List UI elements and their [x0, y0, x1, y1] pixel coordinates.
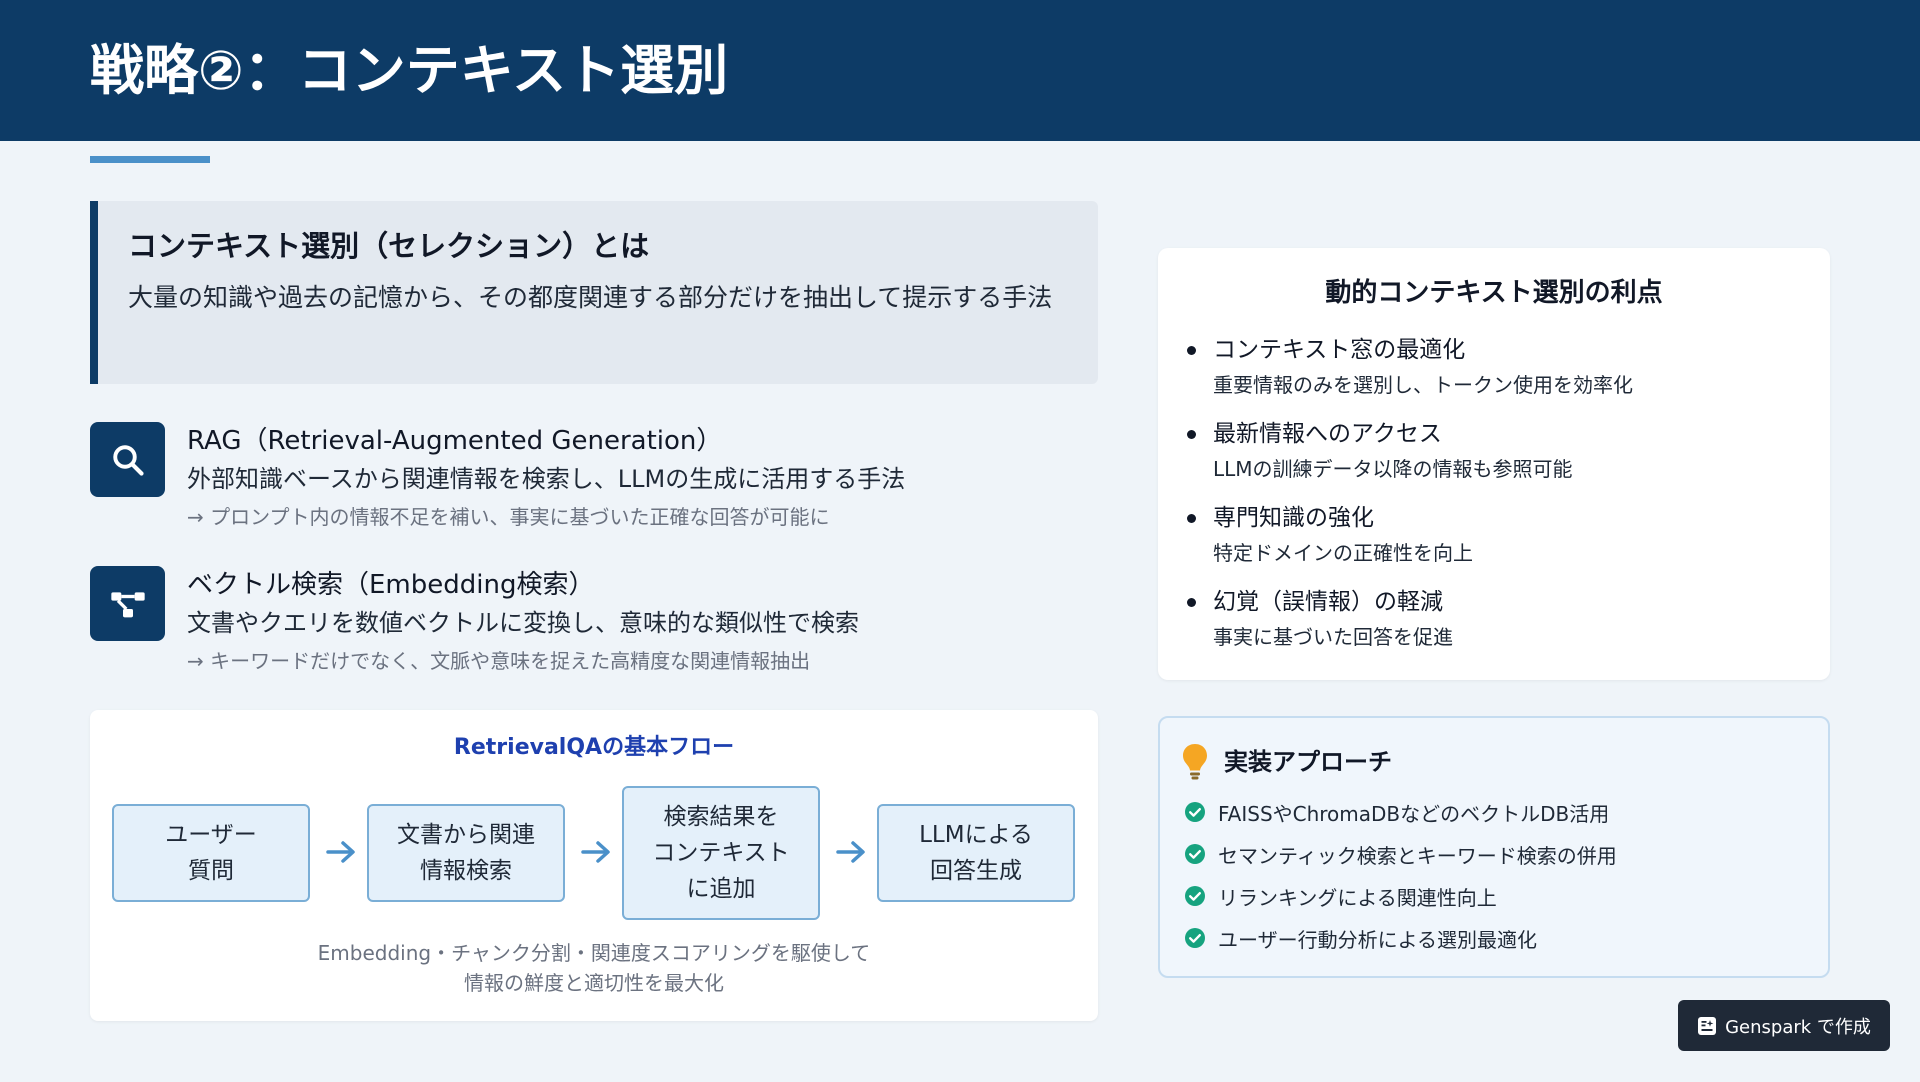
arrow-right-icon [323, 834, 359, 870]
implementation-item-label: セマンティック検索とキーワード検索の併用 [1218, 843, 1617, 868]
vector-network-icon [90, 566, 165, 641]
flow-step-label: 検索結果を コンテキスト に追加 [652, 804, 790, 902]
implementation-item: セマンティック検索とキーワード検索の併用 [1184, 837, 1617, 871]
benefit-item: 幻覚（誤情報）の軽減 事実に基づいた回答を促進 [1187, 583, 1813, 653]
page-title: 戦略②：コンテキスト選別 [90, 39, 729, 102]
flow-step-label: LLMによる 回答生成 [919, 822, 1033, 884]
definition-box: コンテキスト選別（セレクション）とは 大量の知識や過去の記憶から、その都度関連す… [90, 201, 1098, 384]
arrow-right-icon [578, 834, 614, 870]
lightbulb-icon [1183, 744, 1207, 780]
definition-title: コンテキスト選別（セレクション）とは [128, 229, 650, 263]
benefit-item: 専門知識の強化 特定ドメインの正確性を向上 [1187, 499, 1813, 569]
feature-note: → プロンプト内の情報不足を補い、事実に基づいた正確な回答が可能に [187, 505, 830, 529]
benefit-detail: 事実に基づいた回答を促進 [1213, 625, 1453, 649]
benefit-detail: LLMの訓練データ以降の情報も参照可能 [1213, 457, 1573, 481]
flow-step-user-question: ユーザー 質問 [112, 804, 310, 902]
implementation-title: 実装アプローチ [1224, 748, 1392, 776]
bullet-dot [1187, 514, 1196, 523]
implementation-item-label: ユーザー行動分析による選別最適化 [1218, 927, 1537, 952]
implementation-card: 実装アプローチ FAISSやChromaDBなどのベクトルDB活用 セマンティッ… [1158, 716, 1830, 978]
genspark-badge-button[interactable]: Genspark で作成 [1678, 1000, 1890, 1051]
header-bar: 戦略②：コンテキスト選別 [0, 0, 1920, 141]
definition-text: 大量の知識や過去の記憶から、その都度関連する部分だけを抽出して提示する手法 [128, 283, 1053, 312]
check-circle-icon [1185, 928, 1205, 948]
implementation-item: FAISSやChromaDBなどのベクトルDB活用 [1184, 795, 1609, 829]
bullet-dot [1187, 430, 1196, 439]
implementation-item: ユーザー行動分析による選別最適化 [1184, 921, 1537, 955]
feature-title: ベクトル検索（Embedding検索） [187, 570, 595, 600]
benefit-item: コンテキスト窓の最適化 重要情報のみを選別し、トークン使用を効率化 [1187, 331, 1813, 401]
benefits-card: 動的コンテキスト選別の利点 コンテキスト窓の最適化 重要情報のみを選別し、トーク… [1158, 248, 1830, 680]
flow-step-label: 文書から関連 情報検索 [397, 822, 535, 884]
flow-title: RetrievalQAの基本フロー [453, 735, 735, 760]
bullet-dot [1187, 346, 1196, 355]
benefit-heading: 専門知識の強化 [1213, 505, 1374, 531]
benefit-detail: 特定ドメインの正確性を向上 [1213, 541, 1473, 565]
implementation-item: リランキングによる関連性向上 [1184, 879, 1497, 913]
retrieval-flow-card: RetrievalQAの基本フロー ユーザー 質問 文書から関連 情報検索 検索… [90, 710, 1098, 1021]
feature-rag: RAG（Retrieval-Augmented Generation） 外部知識… [90, 422, 1100, 542]
check-circle-icon [1185, 844, 1205, 864]
benefit-heading: 最新情報へのアクセス [1213, 421, 1442, 447]
flow-step-llm-answer: LLMによる 回答生成 [877, 804, 1075, 902]
bullet-dot [1187, 598, 1196, 607]
badge-label: Genspark で作成 [1725, 1016, 1871, 1038]
benefit-heading: コンテキスト窓の最適化 [1213, 337, 1466, 363]
flow-step-label: ユーザー 質問 [165, 822, 257, 884]
benefit-item: 最新情報へのアクセス LLMの訓練データ以降の情報も参照可能 [1187, 415, 1813, 485]
flow-caption: Embedding・チャンク分割・関連度スコアリングを駆使して 情報の鮮度と適切… [317, 941, 871, 995]
benefit-heading: 幻覚（誤情報）の軽減 [1213, 589, 1443, 615]
feature-vector-search: ベクトル検索（Embedding検索） 文書やクエリを数値ベクトルに変換し、意味… [90, 566, 1100, 686]
feature-description: 文書やクエリを数値ベクトルに変換し、意味的な類似性で検索 [187, 609, 859, 637]
flow-step-add-context: 検索結果を コンテキスト に追加 [622, 786, 820, 920]
implementation-item-label: FAISSやChromaDBなどのベクトルDB活用 [1218, 801, 1610, 826]
feature-note: → キーワードだけでなく、文脈や意味を捉えた高精度な関連情報抽出 [187, 649, 811, 673]
search-icon [90, 422, 165, 497]
feature-title: RAG（Retrieval-Augmented Generation） [187, 426, 723, 456]
check-circle-icon [1185, 802, 1205, 822]
implementation-header: 実装アプローチ [1182, 742, 1392, 782]
implementation-item-label: リランキングによる関連性向上 [1218, 885, 1497, 910]
benefit-detail: 重要情報のみを選別し、トークン使用を効率化 [1213, 373, 1633, 397]
flow-step-document-search: 文書から関連 情報検索 [367, 804, 565, 902]
arrow-right-icon [833, 834, 869, 870]
feature-description: 外部知識ベースから関連情報を検索し、LLMの生成に活用する手法 [187, 465, 906, 493]
benefits-title: 動的コンテキスト選別の利点 [1325, 278, 1663, 308]
check-circle-icon [1185, 886, 1205, 906]
genspark-logo-icon [1698, 1016, 1717, 1035]
title-accent-line [90, 156, 210, 163]
